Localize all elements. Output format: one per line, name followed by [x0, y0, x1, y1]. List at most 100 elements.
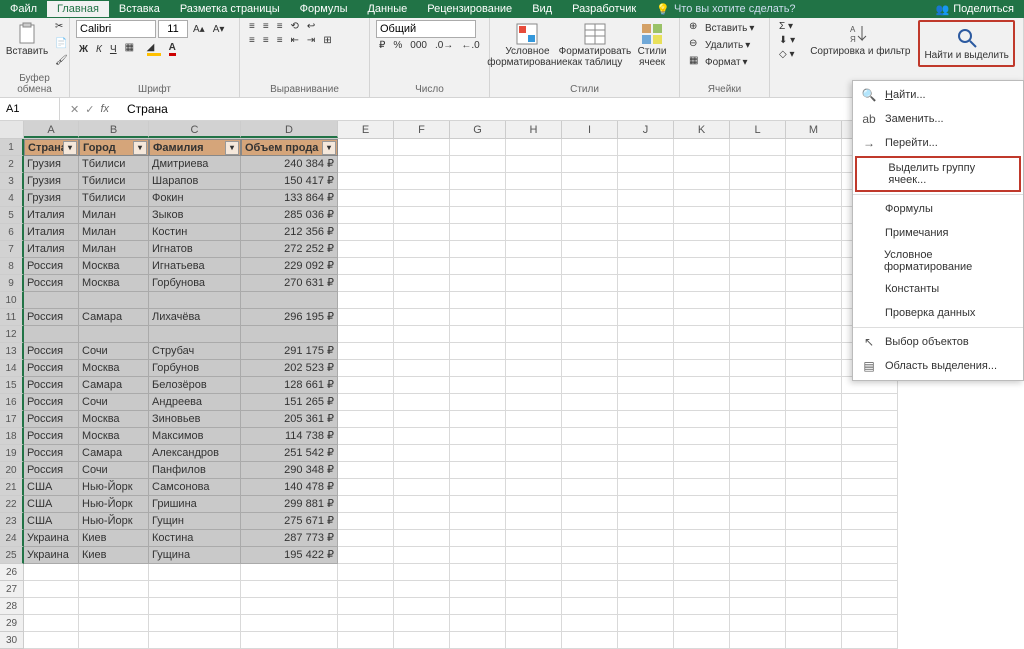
row-header[interactable]: 8 — [0, 258, 24, 275]
cell[interactable] — [674, 377, 730, 394]
cell[interactable] — [842, 462, 898, 479]
table-header-cell[interactable]: Город▾ — [79, 139, 149, 156]
cell[interactable] — [506, 513, 562, 530]
cell[interactable] — [338, 428, 394, 445]
align-left-button[interactable]: ≡ — [246, 34, 258, 47]
cell[interactable] — [842, 513, 898, 530]
cell[interactable] — [338, 224, 394, 241]
cell[interactable] — [506, 394, 562, 411]
fx-icon[interactable]: fx — [100, 103, 109, 116]
cell[interactable] — [786, 309, 842, 326]
cell-amount[interactable]: 150 417 ₽ — [241, 173, 338, 190]
cell[interactable] — [674, 275, 730, 292]
row-header[interactable]: 10 — [0, 292, 24, 309]
cell[interactable] — [79, 564, 149, 581]
cell[interactable] — [730, 173, 786, 190]
cell[interactable] — [394, 462, 450, 479]
cell[interactable] — [730, 394, 786, 411]
cell[interactable] — [786, 530, 842, 547]
cell[interactable] — [24, 632, 79, 649]
cell[interactable] — [79, 615, 149, 632]
tab-page-layout[interactable]: Разметка страницы — [170, 1, 290, 17]
cell[interactable] — [450, 513, 506, 530]
cell[interactable] — [674, 615, 730, 632]
cell[interactable] — [394, 530, 450, 547]
cell[interactable] — [241, 581, 338, 598]
autosum-button[interactable]: Σ ▾ — [776, 20, 798, 33]
cell[interactable] — [394, 326, 450, 343]
cell[interactable] — [786, 445, 842, 462]
cell-surname[interactable]: Гришина — [149, 496, 241, 513]
row-header[interactable]: 25 — [0, 547, 24, 564]
copy-button[interactable]: 📄 — [52, 37, 72, 53]
cell[interactable] — [674, 428, 730, 445]
cell-country[interactable] — [24, 326, 79, 343]
cell[interactable] — [618, 513, 674, 530]
cell-country[interactable]: Россия — [24, 309, 79, 326]
cell-surname[interactable]: Самсонова — [149, 479, 241, 496]
cell[interactable] — [338, 241, 394, 258]
col-header-A[interactable]: A — [24, 121, 79, 138]
cell-amount[interactable]: 133 864 ₽ — [241, 190, 338, 207]
cell[interactable] — [450, 309, 506, 326]
cell-city[interactable]: Киев — [79, 530, 149, 547]
cell[interactable] — [730, 530, 786, 547]
cell[interactable] — [674, 598, 730, 615]
cell-city[interactable]: Тбилиси — [79, 190, 149, 207]
cell[interactable] — [618, 292, 674, 309]
bold-button[interactable]: Ж — [76, 43, 91, 56]
cell[interactable] — [450, 173, 506, 190]
cell[interactable] — [450, 632, 506, 649]
cell-amount[interactable]: 290 348 ₽ — [241, 462, 338, 479]
tab-developer[interactable]: Разработчик — [562, 1, 646, 17]
cell[interactable] — [394, 513, 450, 530]
cell[interactable] — [24, 615, 79, 632]
cell-amount[interactable]: 251 542 ₽ — [241, 445, 338, 462]
cell[interactable] — [149, 598, 241, 615]
cell-country[interactable]: Россия — [24, 258, 79, 275]
cell[interactable] — [786, 428, 842, 445]
cell[interactable] — [842, 479, 898, 496]
row-header[interactable]: 7 — [0, 241, 24, 258]
cell[interactable] — [730, 462, 786, 479]
cell-city[interactable]: Москва — [79, 360, 149, 377]
cell[interactable] — [450, 547, 506, 564]
cell[interactable] — [730, 496, 786, 513]
cell[interactable] — [562, 428, 618, 445]
cell-city[interactable]: Москва — [79, 258, 149, 275]
cell-surname[interactable]: Фокин — [149, 190, 241, 207]
cell[interactable] — [562, 530, 618, 547]
row-header[interactable]: 17 — [0, 411, 24, 428]
cell-country[interactable]: США — [24, 496, 79, 513]
cell[interactable] — [674, 326, 730, 343]
cell[interactable] — [618, 377, 674, 394]
cell[interactable] — [450, 479, 506, 496]
cell[interactable] — [730, 377, 786, 394]
cell[interactable] — [618, 428, 674, 445]
cell[interactable] — [506, 309, 562, 326]
cell-country[interactable]: Италия — [24, 207, 79, 224]
cell[interactable] — [674, 173, 730, 190]
tab-insert[interactable]: Вставка — [109, 1, 170, 17]
percent-button[interactable]: % — [390, 39, 405, 52]
number-format-select[interactable] — [376, 20, 476, 38]
cell[interactable] — [730, 479, 786, 496]
cell[interactable] — [618, 411, 674, 428]
cell[interactable] — [506, 547, 562, 564]
cell[interactable] — [338, 462, 394, 479]
cell-surname[interactable]: Гущин — [149, 513, 241, 530]
cell[interactable] — [394, 156, 450, 173]
menu-goto-special[interactable]: Выделить группу ячеек... — [855, 156, 1021, 192]
cell[interactable] — [506, 360, 562, 377]
cell[interactable] — [506, 615, 562, 632]
col-header-L[interactable]: L — [730, 121, 786, 138]
cell-surname[interactable]: Костин — [149, 224, 241, 241]
cell[interactable] — [394, 360, 450, 377]
cell-country[interactable]: Италия — [24, 224, 79, 241]
cell[interactable] — [450, 156, 506, 173]
col-header-C[interactable]: C — [149, 121, 241, 138]
cell[interactable] — [674, 190, 730, 207]
cell[interactable] — [842, 547, 898, 564]
cell[interactable] — [506, 190, 562, 207]
menu-conditional[interactable]: Условное форматирование — [853, 245, 1023, 277]
